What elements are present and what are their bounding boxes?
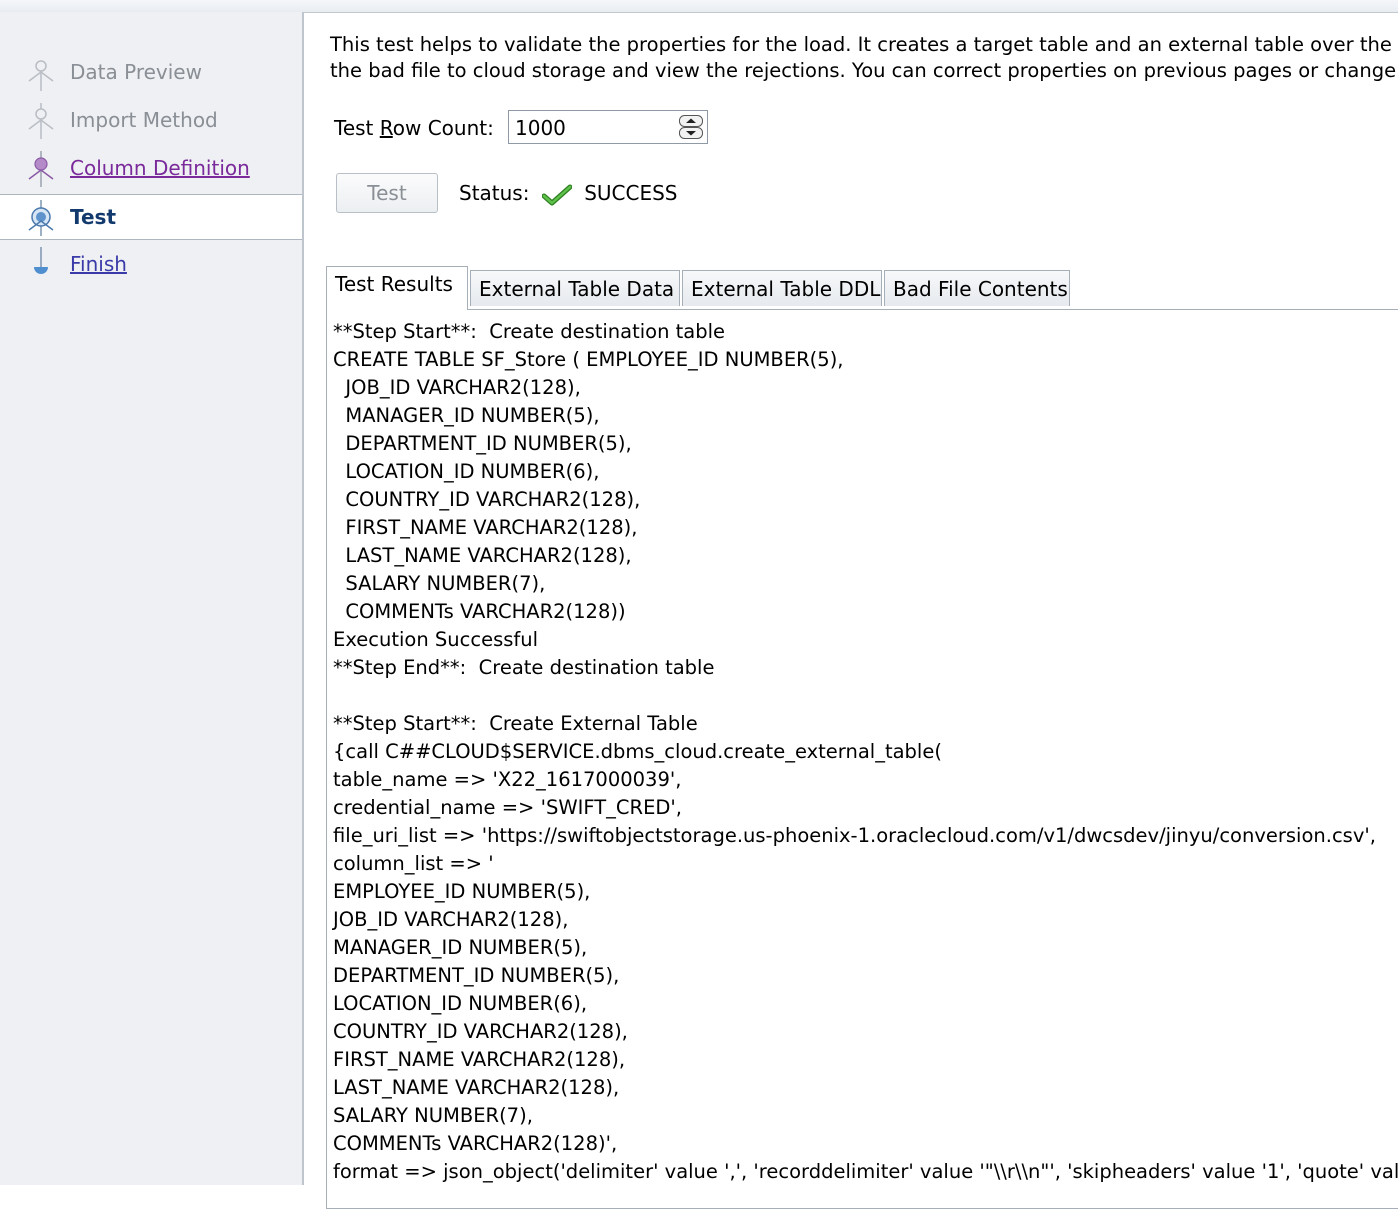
tab-external-table-data[interactable]: External Table Data xyxy=(470,270,680,306)
result-line: COUNTRY_ID VARCHAR2(128), xyxy=(333,488,641,511)
result-line: LOCATION_ID NUMBER(6), xyxy=(333,460,600,483)
tab-test-results[interactable]: Test Results xyxy=(326,266,468,310)
result-line: credential_name => 'SWIFT_CRED', xyxy=(333,796,682,819)
step-label[interactable]: Test xyxy=(70,205,116,229)
wizard-sidebar: Data Preview Import Method Column Defini… xyxy=(0,12,304,1185)
result-line: JOB_ID VARCHAR2(128), xyxy=(333,908,569,931)
status-label: Status: xyxy=(459,181,530,205)
step-finish[interactable]: Finish xyxy=(0,242,302,288)
result-line: COMMENTs VARCHAR2(128)) xyxy=(333,600,626,623)
result-line: FIRST_NAME VARCHAR2(128), xyxy=(333,516,638,539)
step-node-icon xyxy=(28,200,54,236)
result-line: FIRST_NAME VARCHAR2(128), xyxy=(333,1048,626,1071)
spinner-arrows-icon[interactable] xyxy=(679,115,703,139)
result-line: EMPLOYEE_ID NUMBER(5), xyxy=(333,880,591,903)
intro-line: This test helps to validate the properti… xyxy=(330,33,1398,56)
result-line: **Step End**: Create destination table xyxy=(333,656,715,679)
step-label: Import Method xyxy=(70,108,218,132)
step-label[interactable]: Finish xyxy=(70,252,127,276)
result-line: SALARY NUMBER(7), xyxy=(333,1104,533,1127)
intro-line: the bad file to cloud storage and view t… xyxy=(330,59,1398,82)
step-node-icon xyxy=(28,103,54,139)
tab-bad-file-contents[interactable]: Bad File Contents xyxy=(884,270,1070,306)
result-line: format => json_object('delimiter' value … xyxy=(333,1160,1398,1183)
result-line: JOB_ID VARCHAR2(128), xyxy=(333,376,581,399)
result-line: LOCATION_ID NUMBER(6), xyxy=(333,992,588,1015)
result-line: LAST_NAME VARCHAR2(128), xyxy=(333,544,632,567)
step-label[interactable]: Column Definition xyxy=(70,156,250,180)
step-node-icon xyxy=(28,60,54,91)
status-value: SUCCESS xyxy=(584,181,678,205)
test-results-text-area[interactable]: **Step Start**: Create destination table… xyxy=(326,309,1398,1209)
status-display: Status: SUCCESS xyxy=(459,181,677,206)
step-test[interactable]: Test xyxy=(0,194,302,240)
result-line: {call C##CLOUD$SERVICE.dbms_cloud.create… xyxy=(333,740,942,763)
step-column-definition[interactable]: Column Definition xyxy=(0,146,302,192)
result-line: table_name => 'X22_1617000039', xyxy=(333,768,682,791)
results-lines: **Step Start**: Create destination table… xyxy=(333,318,1398,1186)
result-line: MANAGER_ID NUMBER(5), xyxy=(333,404,600,427)
row-count-label: Test Row Count: xyxy=(334,116,494,140)
result-line: CREATE TABLE SF_Store ( EMPLOYEE_ID NUMB… xyxy=(333,348,844,371)
step-data-preview: Data Preview xyxy=(0,50,302,96)
result-line: **Step Start**: Create destination table xyxy=(333,320,726,343)
main-panel: This test helps to validate the properti… xyxy=(304,12,1398,1209)
step-node-icon xyxy=(34,247,48,274)
tab-external-table-ddl[interactable]: External Table DDL xyxy=(682,270,882,306)
result-line: COUNTRY_ID VARCHAR2(128), xyxy=(333,1020,628,1043)
step-node-icon xyxy=(28,151,54,187)
test-button[interactable]: Test xyxy=(336,173,438,213)
step-import-method: Import Method xyxy=(0,98,302,144)
result-line: LAST_NAME VARCHAR2(128), xyxy=(333,1076,620,1099)
step-label: Data Preview xyxy=(70,60,202,84)
result-line: file_uri_list => 'https://swiftobjectsto… xyxy=(333,824,1376,847)
result-line: Execution Successful xyxy=(333,628,539,651)
intro-text: This test helps to validate the properti… xyxy=(330,32,1398,84)
result-line: **Step Start**: Create External Table xyxy=(333,712,698,735)
result-line: DEPARTMENT_ID NUMBER(5), xyxy=(333,432,632,455)
result-line: DEPARTMENT_ID NUMBER(5), xyxy=(333,964,620,987)
row-count-spinner[interactable]: 1000 xyxy=(508,110,708,144)
result-line: COMMENTs VARCHAR2(128)', xyxy=(333,1132,618,1155)
result-line: MANAGER_ID NUMBER(5), xyxy=(333,936,588,959)
result-line: SALARY NUMBER(7), xyxy=(333,572,546,595)
result-line xyxy=(333,682,1398,710)
checkmark-icon xyxy=(541,184,572,205)
row-count-input[interactable]: 1000 xyxy=(515,116,566,140)
result-line: column_list => ' xyxy=(333,852,494,875)
